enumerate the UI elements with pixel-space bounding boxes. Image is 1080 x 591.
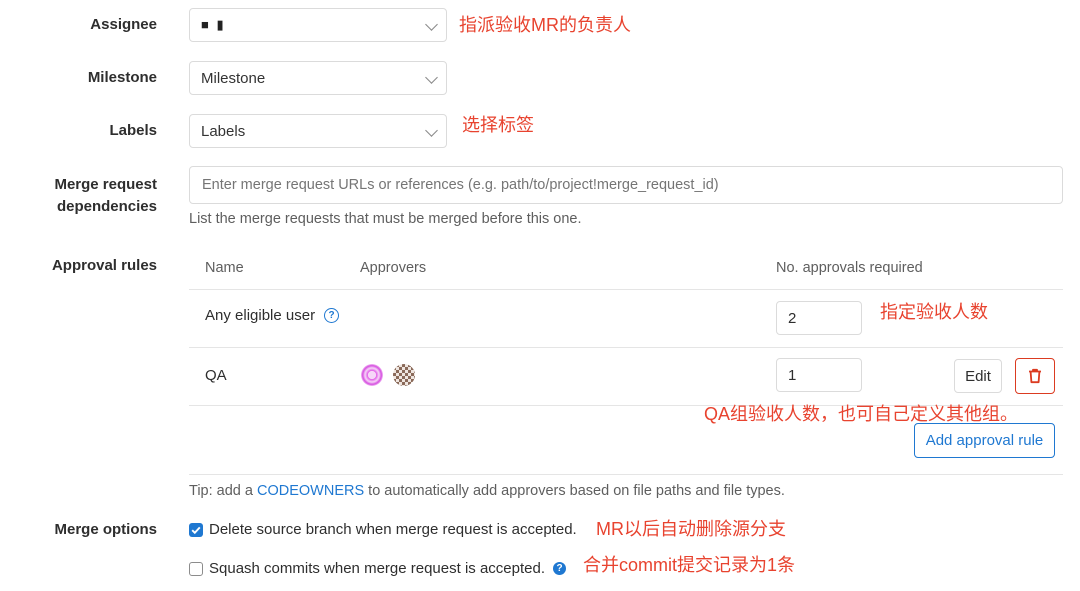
merge-options-label: Merge options xyxy=(54,521,157,538)
assignee-annotation: 指派验收MR的负责人 xyxy=(459,15,631,35)
qa-annotation: QA组验收人数，也可自己定义其他组。 xyxy=(704,404,1019,424)
dependencies-help: List the merge requests that must be mer… xyxy=(189,211,582,227)
approver-avatar[interactable] xyxy=(361,364,383,386)
chevron-down-icon xyxy=(425,71,438,84)
column-name-header: Name xyxy=(205,260,244,276)
labels-label: Labels xyxy=(109,122,157,139)
assignee-label: Assignee xyxy=(90,16,157,33)
rule-name: QA xyxy=(205,367,227,384)
column-approvers-header: Approvers xyxy=(360,260,427,276)
tip-prefix: Tip: add a xyxy=(189,483,257,499)
labels-select[interactable]: Labels xyxy=(189,114,447,148)
column-required-header: No. approvals required xyxy=(776,260,923,276)
chevron-down-icon xyxy=(425,124,438,137)
add-approval-rule-button[interactable]: Add approval rule xyxy=(914,423,1055,458)
assignee-value: ■ ▮ xyxy=(201,17,226,32)
squash-checkbox[interactable] xyxy=(189,562,203,576)
delete-branch-annotation: MR以后自动删除源分支 xyxy=(596,519,786,539)
codeowners-tip: Tip: add a CODEOWNERS to automatically a… xyxy=(189,483,785,499)
labels-annotation: 选择标签 xyxy=(462,115,534,135)
table-divider xyxy=(189,289,1063,290)
help-icon[interactable]: ? xyxy=(553,562,566,575)
approvals-required-input[interactable]: 1 xyxy=(776,358,862,392)
table-divider xyxy=(189,347,1063,348)
dependencies-label: Merge request dependencies xyxy=(54,174,157,218)
milestone-label: Milestone xyxy=(87,69,157,86)
approvals-annotation: 指定验收人数 xyxy=(880,302,988,322)
approvals-required-input[interactable]: 2 xyxy=(776,301,862,335)
edit-rule-button[interactable]: Edit xyxy=(954,359,1002,393)
approval-rules-label: Approval rules xyxy=(51,257,157,274)
table-row: Any eligible user ? xyxy=(205,307,340,324)
approvals-required-value: 1 xyxy=(788,366,797,384)
milestone-select[interactable]: Milestone xyxy=(189,61,447,95)
dependencies-input[interactable] xyxy=(189,166,1063,204)
assignee-select[interactable]: ■ ▮ xyxy=(189,8,447,42)
trash-icon xyxy=(1029,368,1041,384)
delete-branch-checkbox[interactable] xyxy=(189,523,203,537)
squash-annotation: 合并commit提交记录为1条 xyxy=(583,555,796,575)
dependencies-label-line1: Merge request xyxy=(54,176,157,193)
help-icon[interactable]: ? xyxy=(324,308,340,323)
dependencies-label-line2: dependencies xyxy=(56,198,157,215)
approver-avatar[interactable] xyxy=(393,364,415,386)
codeowners-link[interactable]: CODEOWNERS xyxy=(257,483,364,499)
chevron-down-icon xyxy=(425,18,438,31)
checkmark-icon xyxy=(191,526,201,535)
squash-text[interactable]: Squash commits when merge request is acc… xyxy=(209,560,545,577)
delete-rule-button[interactable] xyxy=(1015,358,1055,394)
labels-value: Labels xyxy=(201,122,246,140)
milestone-value: Milestone xyxy=(201,69,266,87)
section-divider xyxy=(189,474,1063,475)
delete-branch-text[interactable]: Delete source branch when merge request … xyxy=(209,521,577,538)
rule-name: Any eligible user xyxy=(205,307,316,324)
approvals-required-value: 2 xyxy=(788,309,797,327)
tip-suffix: to automatically add approvers based on … xyxy=(364,483,785,499)
